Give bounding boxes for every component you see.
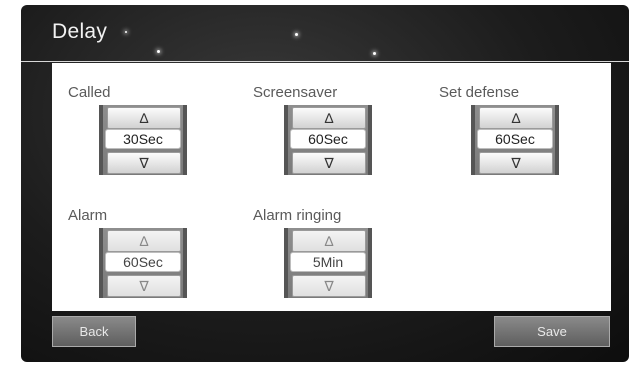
chevron-down-icon: ∇ bbox=[324, 155, 334, 171]
alarm-stepper: ∆ 60Sec ∇ bbox=[99, 228, 187, 298]
decrease-button[interactable]: ∇ bbox=[479, 152, 553, 174]
chevron-down-icon: ∇ bbox=[139, 155, 149, 171]
setting-label: Alarm bbox=[68, 207, 108, 224]
star-decoration bbox=[157, 50, 160, 53]
setting-label: Set defense bbox=[439, 84, 520, 101]
called-stepper: ∆ 30Sec ∇ bbox=[99, 105, 187, 175]
setting-value: 60Sec bbox=[477, 129, 553, 149]
star-decoration bbox=[373, 52, 376, 55]
header-divider bbox=[21, 61, 629, 62]
chevron-up-icon: ∆ bbox=[139, 233, 149, 249]
increase-button[interactable]: ∆ bbox=[292, 230, 366, 252]
chevron-up-icon: ∆ bbox=[511, 110, 521, 126]
setting-value: 30Sec bbox=[105, 129, 181, 149]
set-defense-stepper: ∆ 60Sec ∇ bbox=[471, 105, 559, 175]
chevron-up-icon: ∆ bbox=[139, 110, 149, 126]
chevron-up-icon: ∆ bbox=[324, 110, 334, 126]
chevron-down-icon: ∇ bbox=[139, 278, 149, 294]
back-button[interactable]: Back bbox=[52, 316, 136, 347]
chevron-down-icon: ∇ bbox=[511, 155, 521, 171]
increase-button[interactable]: ∆ bbox=[107, 230, 181, 252]
decrease-button[interactable]: ∇ bbox=[292, 152, 366, 174]
setting-label: Alarm ringing bbox=[253, 207, 342, 224]
save-button[interactable]: Save bbox=[494, 316, 610, 347]
decrease-button[interactable]: ∇ bbox=[107, 152, 181, 174]
setting-value: 5Min bbox=[290, 252, 366, 272]
page-title: Delay bbox=[52, 20, 108, 43]
decrease-button[interactable]: ∇ bbox=[107, 275, 181, 297]
delay-screen: Delay Called ∆ 30Sec ∇ Screensaver ∆ 60S… bbox=[21, 5, 629, 362]
setting-value: 60Sec bbox=[290, 129, 366, 149]
chevron-down-icon: ∇ bbox=[324, 278, 334, 294]
star-decoration bbox=[295, 33, 298, 36]
setting-label: Called bbox=[68, 84, 111, 101]
increase-button[interactable]: ∆ bbox=[479, 107, 553, 129]
settings-panel: Called ∆ 30Sec ∇ Screensaver ∆ 60Sec ∇ S… bbox=[52, 63, 611, 311]
increase-button[interactable]: ∆ bbox=[107, 107, 181, 129]
increase-button[interactable]: ∆ bbox=[292, 107, 366, 129]
setting-label: Screensaver bbox=[253, 84, 338, 101]
decrease-button[interactable]: ∇ bbox=[292, 275, 366, 297]
screensaver-stepper: ∆ 60Sec ∇ bbox=[284, 105, 372, 175]
star-decoration bbox=[125, 31, 127, 33]
setting-value: 60Sec bbox=[105, 252, 181, 272]
chevron-up-icon: ∆ bbox=[324, 233, 334, 249]
alarm-ringing-stepper: ∆ 5Min ∇ bbox=[284, 228, 372, 298]
